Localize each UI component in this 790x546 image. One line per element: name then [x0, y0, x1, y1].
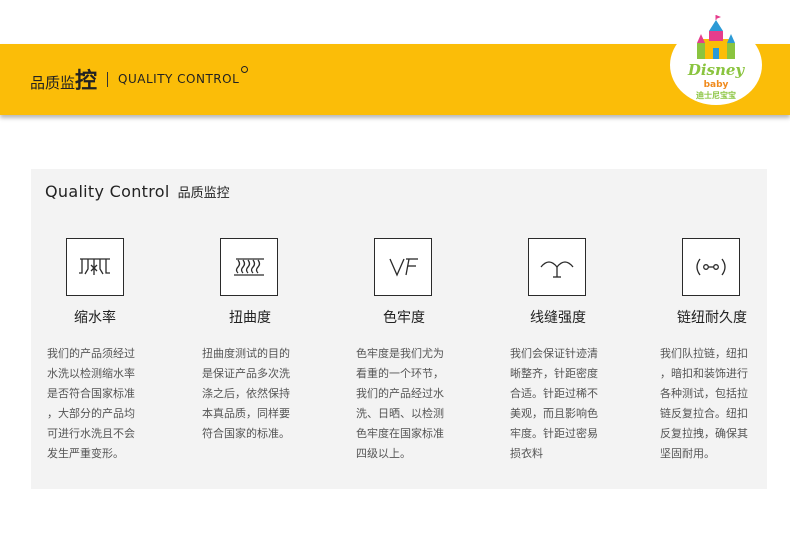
feature-title: 缩水率: [74, 310, 116, 326]
feature-title: 线缝强度: [530, 310, 586, 326]
shrink-water-icon: [66, 238, 124, 296]
feature-description: 我们队拉链，纽扣 ，暗扣和装饰进行 各种测试，包括拉 链反复拉合。纽扣 反复拉拽…: [660, 347, 748, 460]
page-title: 品质监控 QUALITY CONTROL: [30, 64, 249, 94]
feature-title: 扭曲度: [229, 310, 271, 326]
logo-sub-text: baby: [704, 80, 729, 90]
disney-baby-logo: Disney baby 迪士尼宝宝: [667, 12, 765, 110]
color-fastness-icon: [374, 238, 432, 296]
feature-description: 我们的产品须经过 水洗以检测缩水率 是否符合国家标准 ，大部分的产品均 可进行水…: [47, 347, 135, 460]
feature-description: 扭曲度测试的目的 是保证产品多次洗 涤之后，依然保持 本真品质，同样要 符合国家…: [202, 347, 290, 440]
zipper-durability-icon: [682, 238, 740, 296]
title-en: QUALITY CONTROL: [118, 66, 249, 86]
feature-title: 色牢度: [383, 310, 425, 326]
feature-description: 色牢度是我们尤为 看重的一个环节， 我们的产品经过水 洗、日晒、以检测 色牢度在…: [356, 347, 444, 460]
seam-strength-icon: [528, 238, 586, 296]
panel-title-en: Quality Control: [45, 182, 170, 201]
feature-description: 我们会保证针迹清 晰整齐，针距密度 合适。针距过稀不 美观，而且影响色 牢度。针…: [510, 347, 598, 460]
logo-brand-text: Disney: [687, 61, 746, 79]
feature-title: 链纽耐久度: [677, 310, 747, 326]
logo-cn-text: 迪士尼宝宝: [696, 90, 736, 100]
twist-icon: [220, 238, 278, 296]
quality-control-panel: Quality Control 品质监控 缩水率 我们的产品须经过 水洗以检测缩…: [31, 169, 767, 489]
panel-title-cn: 品质监控: [177, 186, 230, 201]
degree-icon: [241, 66, 249, 73]
title-cn: 品质监控: [30, 68, 98, 94]
title-divider: [107, 71, 109, 87]
panel-title: Quality Control 品质监控: [45, 182, 230, 201]
